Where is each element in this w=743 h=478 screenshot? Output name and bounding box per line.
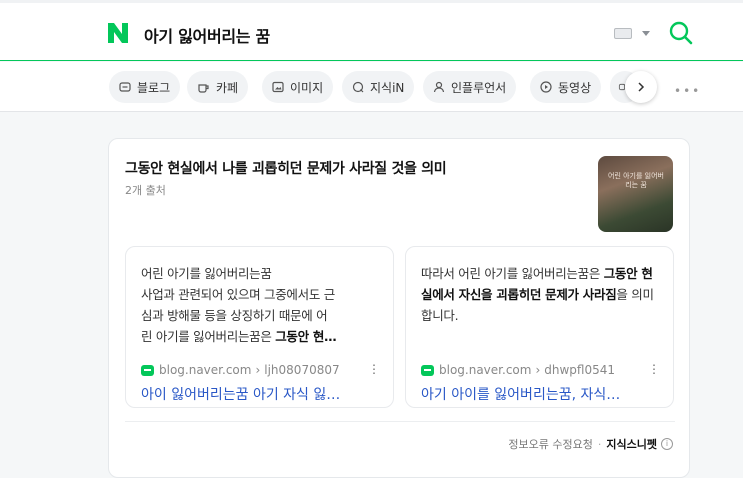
kebab-menu-icon[interactable]: ⋮	[648, 363, 660, 375]
kebab-menu-icon[interactable]: ⋮	[368, 363, 380, 375]
source-card-2[interactable]: 따라서 어린 아기를 잃어버리는꿈은 그동안 현실에서 자신을 괴롭히던 문제가…	[405, 246, 674, 408]
tab-cafe[interactable]: 카페	[187, 71, 249, 103]
chevron-down-icon[interactable]	[642, 31, 650, 36]
tab-kin-label: 지식iN	[370, 80, 405, 95]
search-tabs: 블로그 카페 이미지 지식iN 인플루언서 동영상 •••	[0, 62, 743, 112]
more-options-icon[interactable]: •••	[674, 84, 701, 98]
tab-influencer[interactable]: 인플루언서	[423, 71, 517, 103]
divider	[125, 421, 675, 422]
tab-video-label: 동영상	[558, 80, 592, 95]
source-domain: blog.naver.com	[159, 363, 252, 377]
cafe-icon	[198, 83, 209, 93]
tab-video[interactable]: 동영상	[530, 71, 602, 103]
source-count: 2개 출처	[125, 184, 166, 197]
source-card-1[interactable]: 어린 아기를 잃어버리는꿈 사업과 관련되어 있으며 그중에서도 근 심과 방해…	[125, 246, 394, 408]
search-icon[interactable]	[668, 20, 694, 46]
report-error-link[interactable]: 정보오류 수정요청	[508, 436, 592, 452]
tab-image-label: 이미지	[290, 80, 324, 95]
source-meta: blog.naver.com › dhwpfl0541	[421, 363, 615, 377]
snippet-title: 그동안 현실에서 나를 괴롭히던 문제가 사라질 것을 의미	[125, 161, 447, 177]
snippet-thumbnail[interactable]: 어린 아기를 잃어버리는 꿈	[598, 156, 673, 232]
tab-influencer-label: 인플루언서	[451, 80, 507, 95]
tab-blog-label: 블로그	[137, 80, 171, 95]
tab-cafe-label: 카페	[216, 80, 239, 95]
separator: ·	[597, 437, 602, 451]
tab-image[interactable]: 이미지	[262, 71, 334, 103]
source-author: ljh08070807	[264, 363, 340, 377]
naver-logo[interactable]	[107, 22, 129, 44]
search-header: 아기 잃어버리는 꿈	[0, 3, 743, 61]
source-excerpt: 어린 아기를 잃어버리는꿈 사업과 관련되어 있으며 그중에서도 근 심과 방해…	[141, 266, 337, 344]
tabs-next-button[interactable]	[625, 71, 657, 103]
blog-icon	[119, 82, 131, 92]
search-query[interactable]: 아기 잃어버리는 꿈	[144, 23, 270, 47]
source-title-link[interactable]: 아이 잃어버리는꿈 아기 자식 잃…	[141, 384, 381, 404]
knowledge-snippet-label: 지식스니펫	[606, 438, 657, 451]
video-icon	[540, 81, 552, 93]
naver-blog-icon	[421, 364, 434, 376]
source-excerpt: 따라서 어린 아기를 잃어버리는꿈은 그동안 현실에서 자신을 괴롭히던 문제가…	[421, 266, 654, 323]
info-icon[interactable]: i	[661, 438, 673, 450]
source-author: dhwpfl0541	[544, 363, 616, 377]
source-domain: blog.naver.com	[439, 363, 532, 377]
image-icon	[272, 81, 284, 93]
chevron-right-icon	[638, 82, 645, 92]
source-title-link[interactable]: 아기 아이를 잃어버리는꿈, 자식…	[421, 384, 661, 404]
keyboard-icon[interactable]	[614, 28, 632, 39]
source-meta: blog.naver.com › ljh08070807	[141, 363, 340, 377]
thumbnail-caption: 어린 아기를 잃어버리는 꿈	[608, 172, 664, 189]
influencer-icon	[433, 81, 445, 93]
tab-kin[interactable]: 지식iN	[342, 71, 415, 103]
knowledge-snippet-card: 그동안 현실에서 나를 괴롭히던 문제가 사라질 것을 의미 2개 출처 어린 …	[108, 138, 690, 478]
naver-blog-icon	[141, 364, 154, 376]
kin-icon	[352, 81, 364, 93]
snippet-footer: 정보오류 수정요청 · 지식스니펫 i	[508, 436, 673, 452]
tab-blog[interactable]: 블로그	[109, 71, 181, 103]
